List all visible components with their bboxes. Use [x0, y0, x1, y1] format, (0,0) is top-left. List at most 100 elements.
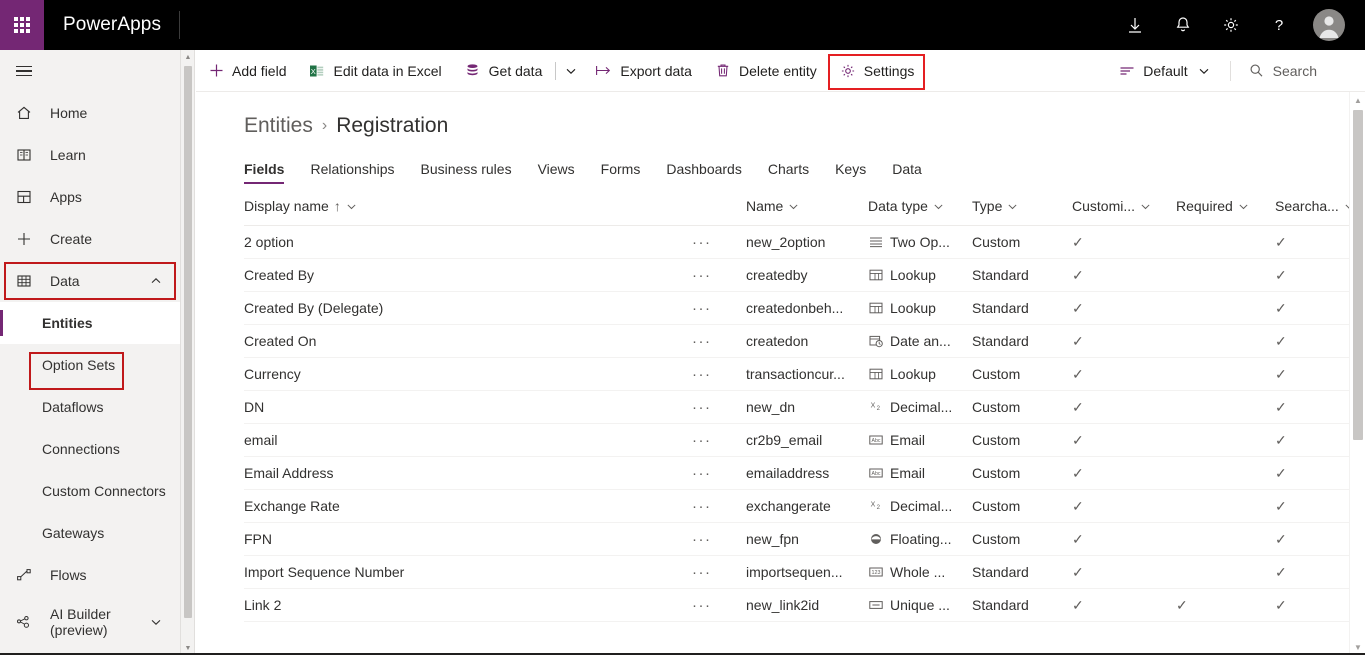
chevron-down-icon[interactable]: [788, 201, 799, 212]
scroll-up-icon[interactable]: ▲: [181, 50, 195, 64]
tab-fields[interactable]: Fields: [244, 161, 297, 184]
settings-button[interactable]: Settings: [828, 50, 926, 92]
tab-keys[interactable]: Keys: [822, 161, 879, 184]
table-row[interactable]: Currency ··· transactioncur... Lookup Custom…: [244, 357, 1365, 391]
cell-display-name[interactable]: Import Sequence Number: [244, 555, 692, 589]
row-more-actions-button[interactable]: ···: [692, 258, 746, 292]
chevron-down-icon[interactable]: [346, 201, 357, 212]
chevron-down-icon[interactable]: [933, 201, 944, 212]
table-row[interactable]: Created On ··· createdon Date an... Standard…: [244, 324, 1365, 358]
ellipsis-icon[interactable]: ···: [692, 399, 712, 416]
row-more-actions-button[interactable]: ···: [692, 489, 746, 523]
table-row[interactable]: Created By (Delegate) ··· createdonbeh... L…: [244, 291, 1365, 325]
sidebar-item-gateways[interactable]: Gateways: [0, 512, 180, 554]
column-header-type[interactable]: Type: [972, 198, 1072, 226]
cell-display-name[interactable]: Email Address: [244, 456, 692, 490]
sidebar-item-connections[interactable]: Connections: [0, 428, 180, 470]
help-icon[interactable]: ?: [1255, 0, 1303, 50]
sidebar-item-apps[interactable]: Apps: [0, 176, 180, 218]
table-row[interactable]: 2 option ··· new_2option Two Op... Custom ✓ ✓: [244, 225, 1365, 259]
ellipsis-icon[interactable]: ···: [692, 333, 712, 350]
sidebar-item-entities[interactable]: Entities: [0, 302, 180, 344]
content-scrollbar[interactable]: ▲ ▼: [1349, 92, 1365, 655]
ellipsis-icon[interactable]: ···: [692, 267, 712, 284]
row-more-actions-button[interactable]: ···: [692, 522, 746, 556]
delete-entity-button[interactable]: Delete entity: [703, 50, 828, 92]
sidebar-item-flows[interactable]: Flows: [0, 554, 180, 596]
cell-display-name[interactable]: Currency: [244, 357, 692, 391]
ellipsis-icon[interactable]: ···: [692, 597, 712, 614]
column-header-data-type[interactable]: Data type: [868, 198, 972, 226]
ellipsis-icon[interactable]: ···: [692, 498, 712, 515]
sidebar-item-create[interactable]: Create: [0, 218, 180, 260]
ellipsis-icon[interactable]: ···: [692, 531, 712, 548]
ellipsis-icon[interactable]: ···: [692, 465, 712, 482]
get-data-button[interactable]: Get data: [453, 50, 554, 92]
column-header-display-name[interactable]: Display name ↑: [244, 198, 692, 226]
search-box[interactable]: Search: [1237, 50, 1365, 92]
ellipsis-icon[interactable]: ···: [692, 564, 712, 581]
sidebar-item-custom-connectors[interactable]: Custom Connectors: [0, 470, 180, 512]
row-more-actions-button[interactable]: ···: [692, 225, 746, 259]
tab-charts[interactable]: Charts: [755, 161, 822, 184]
settings-gear-icon[interactable]: [1207, 0, 1255, 50]
tab-dashboards[interactable]: Dashboards: [653, 161, 755, 184]
cell-display-name[interactable]: 2 option: [244, 225, 692, 259]
breadcrumb-parent[interactable]: Entities: [244, 114, 313, 138]
table-row[interactable]: Import Sequence Number ··· importsequen...…: [244, 555, 1365, 589]
sidebar-item-data[interactable]: Data: [0, 260, 180, 302]
table-row[interactable]: DN ··· new_dn X 2 Decimal... Custom ✓ ✓: [244, 390, 1365, 424]
row-more-actions-button[interactable]: ···: [692, 555, 746, 589]
row-more-actions-button[interactable]: ···: [692, 324, 746, 358]
row-more-actions-button[interactable]: ···: [692, 291, 746, 325]
chevron-down-icon[interactable]: [1007, 201, 1018, 212]
cell-display-name[interactable]: FPN: [244, 522, 692, 556]
cell-display-name[interactable]: Created By (Delegate): [244, 291, 692, 325]
ellipsis-icon[interactable]: ···: [692, 366, 712, 383]
sidebar-item-learn[interactable]: Learn: [0, 134, 180, 176]
sidebar-item-home[interactable]: Home: [0, 92, 180, 134]
download-icon[interactable]: [1111, 0, 1159, 50]
ellipsis-icon[interactable]: ···: [692, 234, 712, 251]
table-row[interactable]: FPN ··· new_fpn Floating... Custom ✓ ✓: [244, 522, 1365, 556]
chevron-up-icon[interactable]: [150, 275, 162, 287]
scroll-up-icon[interactable]: ▲: [1350, 92, 1365, 108]
sidebar-item-ai-builder[interactable]: AI Builder (preview): [0, 596, 180, 648]
cell-display-name[interactable]: email: [244, 423, 692, 457]
row-more-actions-button[interactable]: ···: [692, 423, 746, 457]
sidebar-scrollbar[interactable]: ▲ ▼: [181, 50, 195, 655]
column-header-customizable[interactable]: Customi...: [1072, 198, 1176, 226]
chevron-down-icon[interactable]: [1195, 65, 1213, 77]
menu-toggle-button[interactable]: [0, 50, 180, 92]
notifications-bell-icon[interactable]: [1159, 0, 1207, 50]
table-row[interactable]: Email Address ··· emailaddress Abc Email Cust…: [244, 456, 1365, 490]
table-row[interactable]: Created By ··· createdby Lookup Standard ✓ ✓: [244, 258, 1365, 292]
view-selector-button[interactable]: Default: [1107, 50, 1223, 92]
account-button[interactable]: [1303, 0, 1355, 50]
row-more-actions-button[interactable]: ···: [692, 588, 746, 622]
table-row[interactable]: Exchange Rate ··· exchangerate X 2 Decimal...…: [244, 489, 1365, 523]
sidebar-item-option-sets[interactable]: Option Sets: [0, 344, 180, 386]
cell-display-name[interactable]: Created On: [244, 324, 692, 358]
tab-business-rules[interactable]: Business rules: [408, 161, 525, 184]
get-data-dropdown-caret[interactable]: [558, 50, 584, 92]
chevron-down-icon[interactable]: [1140, 201, 1151, 212]
content-scroll-thumb[interactable]: [1353, 110, 1363, 440]
export-data-button[interactable]: Export data: [584, 50, 703, 92]
sidebar-scroll-thumb[interactable]: [184, 66, 192, 618]
sidebar-item-dataflows[interactable]: Dataflows: [0, 386, 180, 428]
table-row[interactable]: email ··· cr2b9_email Abc Email Custom ✓ ✓: [244, 423, 1365, 457]
tab-forms[interactable]: Forms: [588, 161, 654, 184]
brand-title[interactable]: PowerApps: [44, 14, 179, 36]
edit-data-in-excel-button[interactable]: X Edit data in Excel: [297, 50, 452, 92]
cell-display-name[interactable]: DN: [244, 390, 692, 424]
column-header-required[interactable]: Required: [1176, 198, 1275, 226]
ellipsis-icon[interactable]: ···: [692, 300, 712, 317]
column-header-name[interactable]: Name: [746, 198, 868, 226]
chevron-down-icon[interactable]: [150, 616, 162, 628]
table-row[interactable]: Link 2 ··· new_link2id Unique ... Standard ✓ ✓…: [244, 588, 1365, 622]
add-field-button[interactable]: Add field: [196, 50, 297, 92]
cell-display-name[interactable]: Created By: [244, 258, 692, 292]
chevron-down-icon[interactable]: [1238, 201, 1249, 212]
cell-display-name[interactable]: Link 2: [244, 588, 692, 622]
